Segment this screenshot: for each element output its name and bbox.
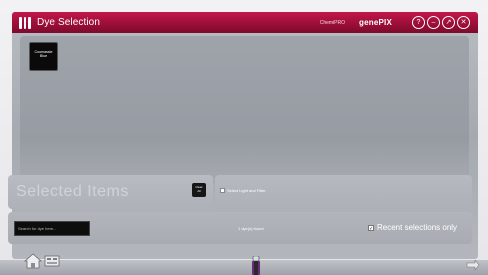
recent-selections-checkbox[interactable]: ✓ [368,224,374,232]
close-icon[interactable]: ✕ [457,16,470,29]
window-title: Dye Selection [37,17,100,28]
app-logo-icon [19,16,32,29]
home-icon[interactable] [24,253,42,269]
next-arrow-icon[interactable] [466,260,480,270]
maximize-icon[interactable]: ↗ [442,16,455,29]
dye-tile-coomassie-blue[interactable]: Coomassie Blue [29,42,58,71]
title-bar: Dye Selection ChemiPRO genePIX ? – ↗ ✕ [12,12,478,33]
brand-logo: genePIX [359,18,392,27]
found-count: 1 dye(s) found [238,226,264,231]
bottom-bar [0,260,488,275]
light-filter-checkbox[interactable] [220,188,225,193]
clear-all-button[interactable]: Clear All [192,183,206,197]
selected-items-title: Selected Items [16,183,129,200]
light-filter-label: Select Light and Filter [227,188,266,193]
search-input[interactable] [14,221,90,236]
selected-items-panel: Selected Items Clear All [8,175,213,209]
light-filter-option[interactable]: Select Light and Filter [220,188,266,193]
search-panel: 1 dye(s) found ✓ Recent selections only [8,212,472,244]
minimize-icon[interactable]: – [427,16,440,29]
dye-list-area: Coomassie Blue [20,36,469,184]
product-name: ChemiPRO [319,19,346,26]
clear-all-line2: All [197,188,201,193]
settings-panel-icon[interactable] [44,254,60,268]
recent-selections-option[interactable]: ✓ Recent selections only [368,223,457,232]
dye-tile-line2: Blue [39,54,48,59]
help-icon[interactable]: ? [412,16,425,29]
light-filter-panel: Select Light and Filter [215,175,472,209]
pull-handle-icon[interactable] [250,256,262,275]
title-bar-right: ChemiPRO genePIX ? – ↗ ✕ [320,12,470,33]
recent-selections-label: Recent selections only [377,223,458,232]
